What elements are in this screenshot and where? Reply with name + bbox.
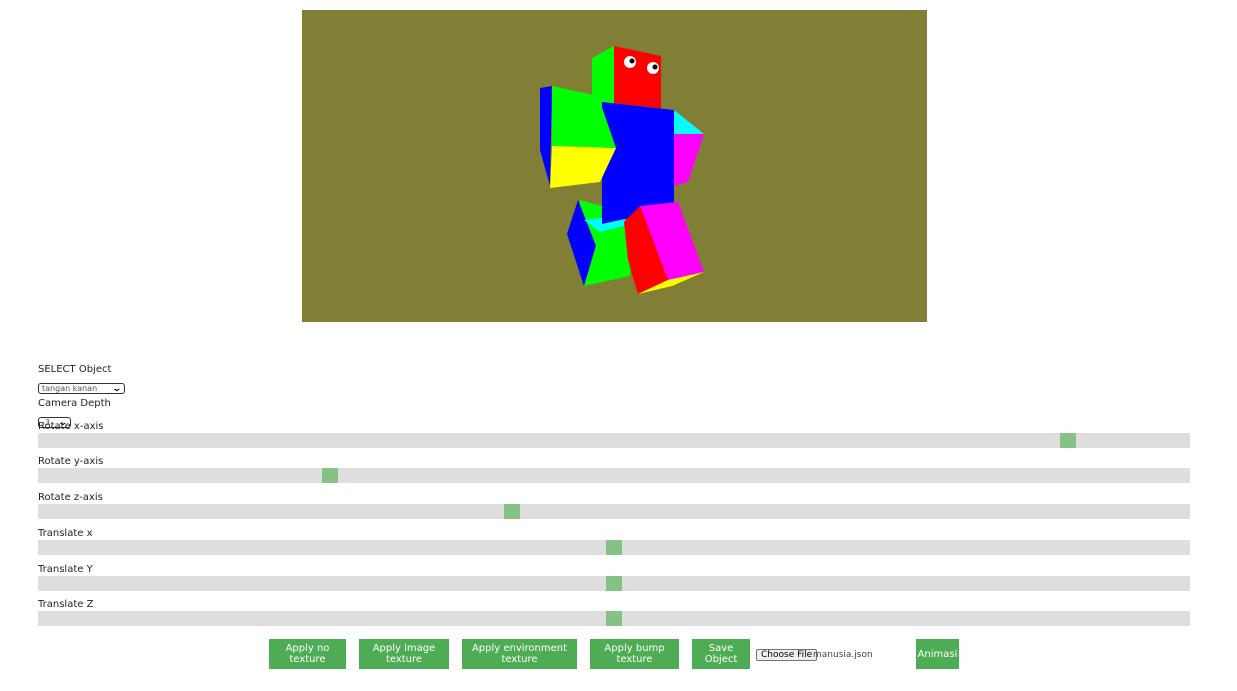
save-object-button[interactable]: Save Object	[692, 639, 750, 669]
slider-track[interactable]	[38, 433, 1190, 448]
select-object-value: tangan kanan	[42, 384, 98, 393]
slider-label: Rotate y-axis	[38, 456, 104, 467]
controls-panel: SELECT Object tangan kanan ⌄ Camera Dept…	[38, 364, 1190, 626]
slider-translate-x: Translate x	[38, 528, 1190, 555]
apply-bump-texture-button[interactable]: Apply bump texture	[590, 639, 679, 669]
slider-thumb[interactable]	[606, 611, 622, 626]
slider-track[interactable]	[38, 576, 1190, 591]
select-object-label: SELECT Object	[38, 364, 112, 375]
slider-label: Rotate x-axis	[38, 421, 104, 432]
webgl-canvas[interactable]	[302, 10, 927, 322]
slider-rotate-z: Rotate z-axis	[38, 492, 1190, 519]
slider-label: Rotate z-axis	[38, 492, 103, 503]
slider-label: Translate x	[38, 528, 93, 539]
slider-thumb[interactable]	[322, 468, 338, 483]
chevron-down-icon: ⌄	[111, 383, 123, 394]
slider-track[interactable]	[38, 468, 1190, 483]
slider-rotate-y: Rotate y-axis	[38, 456, 1190, 483]
apply-image-texture-button[interactable]: Apply image texture	[359, 639, 449, 669]
choose-file-button[interactable]: Choose File	[756, 649, 818, 661]
apply-environment-texture-button[interactable]: Apply environment texture	[462, 639, 577, 669]
slider-thumb[interactable]	[1060, 433, 1076, 448]
slider-thumb[interactable]	[504, 504, 520, 519]
slider-track[interactable]	[38, 504, 1190, 519]
select-object-dropdown[interactable]: tangan kanan ⌄	[38, 383, 125, 394]
apply-no-texture-button[interactable]: Apply no texture	[269, 639, 346, 669]
head-front	[614, 46, 661, 112]
slider-rotate-x: Rotate x-axis	[38, 421, 1190, 448]
slider-track[interactable]	[38, 611, 1190, 626]
button-bar: Apply no texture Apply image texture App…	[0, 639, 1237, 669]
selected-file-name: manusia.json	[813, 650, 873, 660]
front-arm-side	[540, 86, 552, 186]
slider-translate-z: Translate Z	[38, 599, 1190, 626]
animasi-button[interactable]: Animasi	[916, 639, 959, 669]
slider-thumb[interactable]	[606, 576, 622, 591]
torso-side	[674, 134, 704, 186]
slider-label: Translate Z	[38, 599, 94, 610]
slider-label: Translate Y	[38, 564, 93, 575]
camera-depth-label: Camera Depth	[38, 398, 111, 409]
slider-track[interactable]	[38, 540, 1190, 555]
robot-figure	[540, 46, 704, 294]
slider-thumb[interactable]	[606, 540, 622, 555]
slider-translate-y: Translate Y	[38, 564, 1190, 591]
